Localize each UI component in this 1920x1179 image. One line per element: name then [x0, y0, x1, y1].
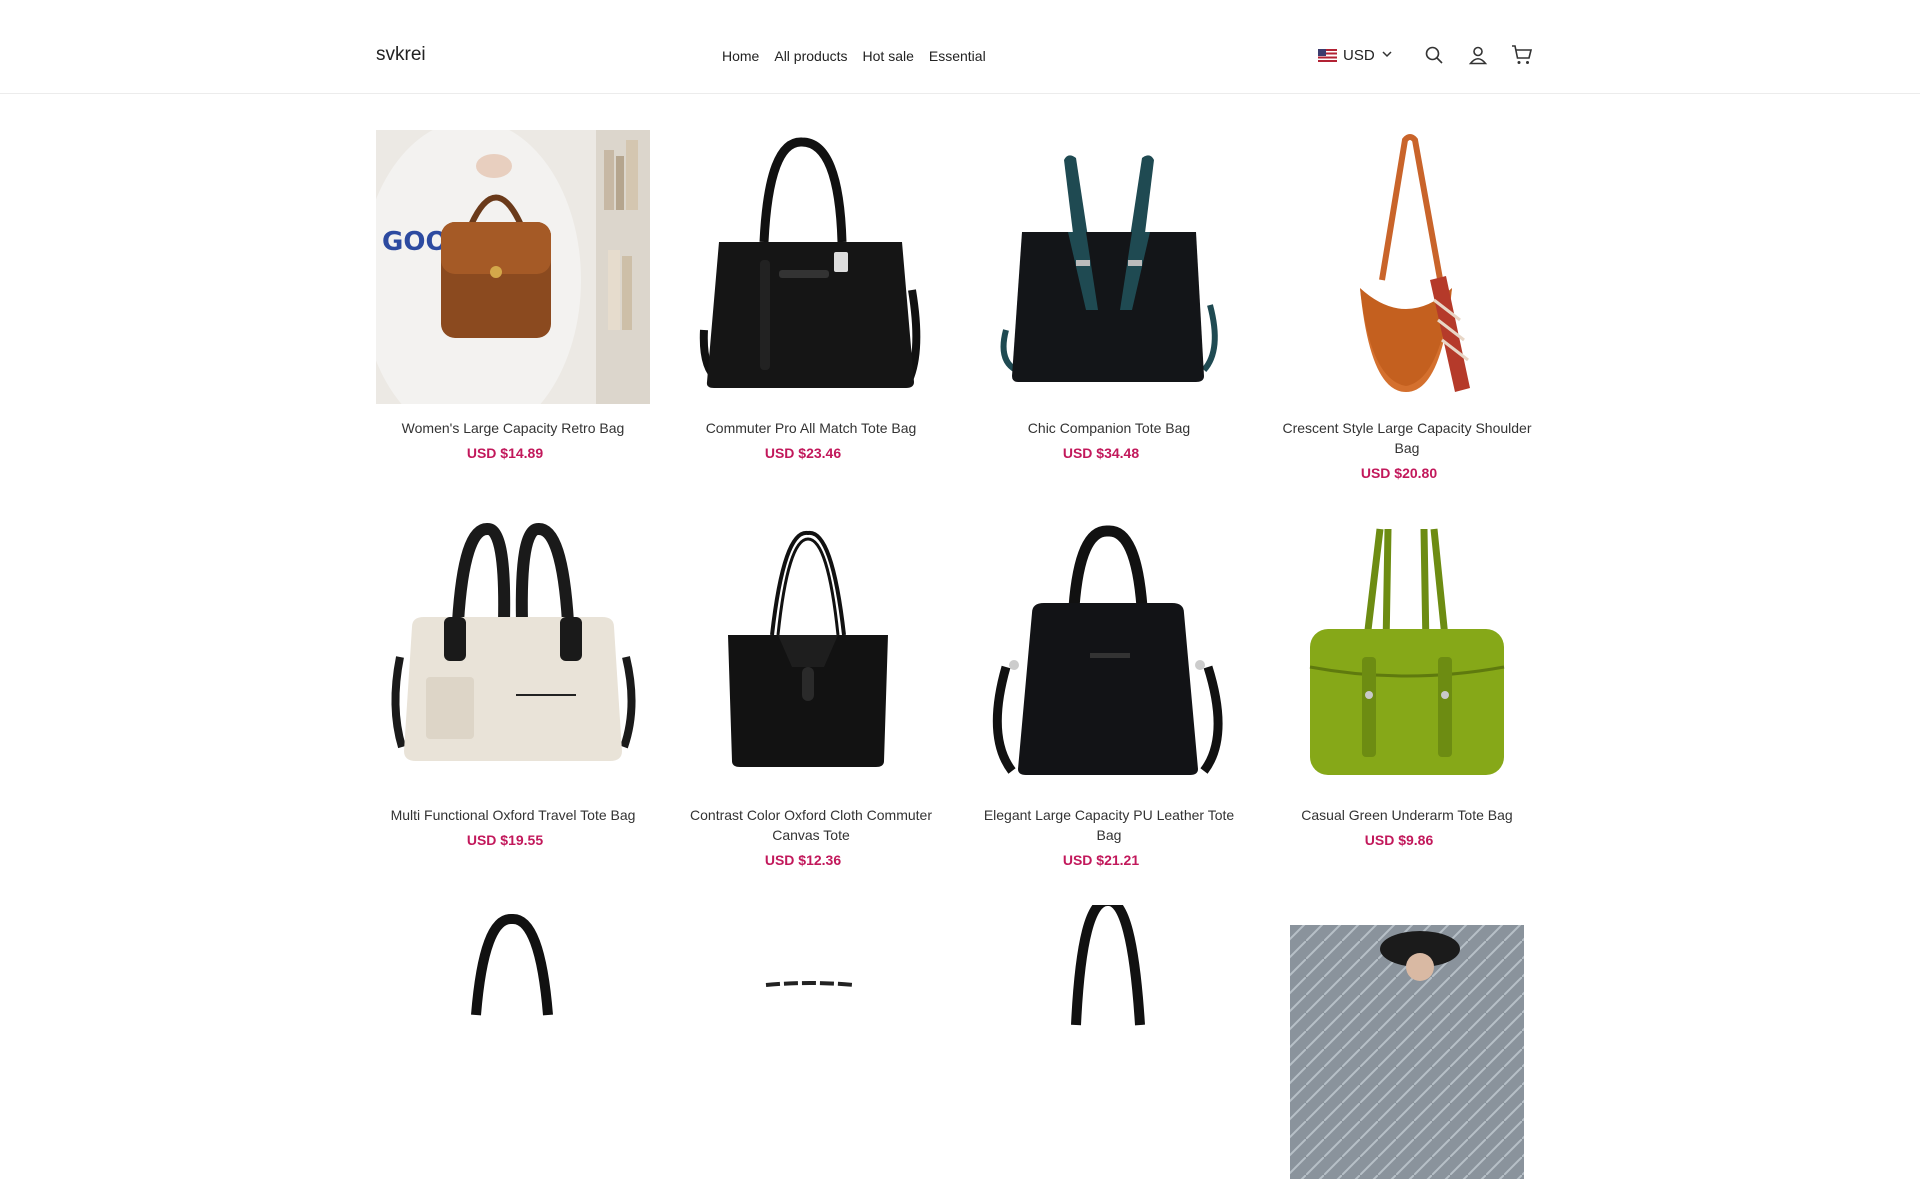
product-title[interactable]: Casual Green Underarm Tote Bag — [1270, 805, 1544, 825]
cart-icon[interactable] — [1511, 44, 1533, 66]
us-flag-icon — [1318, 49, 1337, 62]
account-icon[interactable] — [1467, 44, 1489, 66]
product-image[interactable] — [1270, 517, 1544, 791]
brand-logo[interactable]: svkrei — [376, 44, 426, 66]
main-nav: Home All products Hot sale Essential — [722, 48, 986, 64]
product-card[interactable] — [376, 905, 650, 1179]
product-image[interactable] — [972, 517, 1246, 791]
product-title[interactable]: Elegant Large Capacity PU Leather Tote B… — [972, 805, 1246, 845]
product-card[interactable]: Casual Green Underarm Tote Bag USD $9.86 — [1270, 517, 1544, 848]
product-image[interactable] — [674, 517, 948, 791]
product-price: USD $19.55 — [466, 832, 544, 848]
product-price: USD $34.48 — [1062, 445, 1140, 461]
product-image[interactable]: GOOD — [376, 130, 650, 404]
product-image[interactable] — [1270, 130, 1544, 404]
nav-all-products[interactable]: All products — [774, 48, 847, 64]
nav-essential[interactable]: Essential — [929, 48, 986, 64]
product-image[interactable] — [376, 517, 650, 791]
search-icon[interactable] — [1423, 44, 1445, 66]
product-image[interactable] — [972, 905, 1246, 1179]
product-title[interactable]: Contrast Color Oxford Cloth Commuter Can… — [674, 805, 948, 845]
product-title[interactable]: Crescent Style Large Capacity Shoulder B… — [1270, 418, 1544, 458]
chevron-down-icon — [1381, 47, 1393, 64]
product-image[interactable] — [972, 130, 1246, 404]
site-header: svkrei Home All products Hot sale Essent… — [0, 0, 1920, 94]
product-price: USD $12.36 — [764, 852, 842, 868]
currency-label: USD — [1343, 47, 1375, 64]
product-price: USD $21.21 — [1062, 852, 1140, 868]
product-image[interactable] — [376, 905, 650, 1179]
product-title[interactable]: Chic Companion Tote Bag — [972, 418, 1246, 438]
product-card[interactable] — [1270, 905, 1544, 1179]
product-card[interactable]: Chic Companion Tote Bag USD $34.48 — [972, 130, 1246, 461]
product-price: USD $14.89 — [466, 445, 544, 461]
product-card[interactable]: Elegant Large Capacity PU Leather Tote B… — [972, 517, 1246, 868]
product-price: USD $23.46 — [764, 445, 842, 461]
product-title[interactable]: Multi Functional Oxford Travel Tote Bag — [376, 805, 650, 825]
product-card[interactable]: Commuter Pro All Match Tote Bag USD $23.… — [674, 130, 948, 461]
nav-hot-sale[interactable]: Hot sale — [863, 48, 914, 64]
product-card[interactable] — [972, 905, 1246, 1179]
product-price: USD $9.86 — [1364, 832, 1434, 848]
product-title[interactable]: Women's Large Capacity Retro Bag — [376, 418, 650, 438]
product-title[interactable]: Commuter Pro All Match Tote Bag — [674, 418, 948, 438]
product-image[interactable] — [674, 130, 948, 404]
product-card[interactable]: Crescent Style Large Capacity Shoulder B… — [1270, 130, 1544, 481]
product-image[interactable] — [674, 905, 948, 1179]
product-image[interactable] — [1270, 905, 1544, 1179]
product-card[interactable] — [674, 905, 948, 1179]
product-card[interactable]: GOOD Women's Large Capacity Retro Bag US… — [376, 130, 650, 461]
product-card[interactable]: Contrast Color Oxford Cloth Commuter Can… — [674, 517, 948, 868]
currency-selector[interactable]: USD — [1318, 47, 1393, 64]
product-card[interactable]: Multi Functional Oxford Travel Tote Bag … — [376, 517, 650, 848]
product-price: USD $20.80 — [1360, 465, 1438, 481]
nav-home[interactable]: Home — [722, 48, 759, 64]
